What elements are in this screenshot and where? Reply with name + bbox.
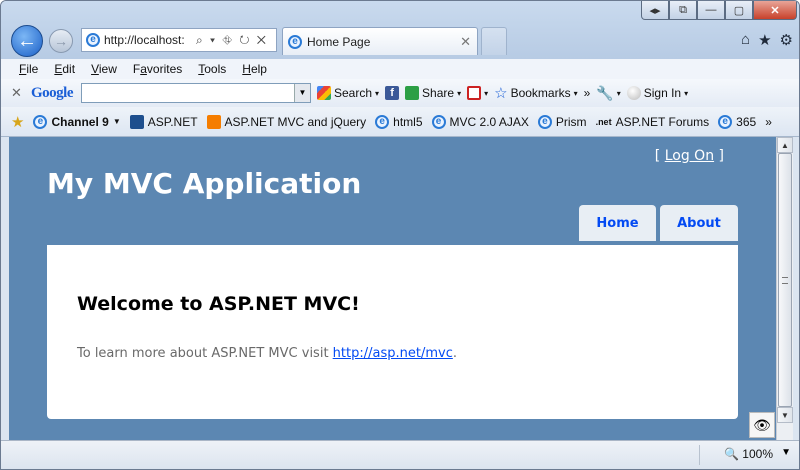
nav-tab-home[interactable]: Home xyxy=(579,205,656,241)
intro-text: To learn more about ASP.NET MVC visit ht… xyxy=(77,346,457,361)
share-icon xyxy=(405,86,420,100)
zoom-control[interactable]: 🔍 100% xyxy=(724,447,773,461)
title-bar: ◂▸ ⧉ — ▢ ✕ ← → e http://localhost: ⌕ ▾ ⛗… xyxy=(1,1,799,59)
minimize-button[interactable]: — xyxy=(697,1,725,20)
back-arrow-icon: ← xyxy=(17,29,37,52)
address-bar[interactable]: e http://localhost: ⌕ ▾ ⛗ ↻ ✕ xyxy=(81,28,277,52)
tab-close-icon[interactable]: ✕ xyxy=(460,34,471,50)
wrench-icon: 🔧 xyxy=(596,84,614,101)
home-icon[interactable]: ⌂ xyxy=(741,31,750,49)
wrench-button[interactable]: 🔧 ▾ xyxy=(596,85,620,102)
google-search-input[interactable]: ▼ xyxy=(81,83,311,103)
facebook-icon[interactable]: f xyxy=(385,86,400,100)
favorite-item[interactable]: ASP.NET xyxy=(129,114,198,129)
favorite-item[interactable]: e MVC 2.0 AJAX xyxy=(431,114,529,129)
favorites-star-icon[interactable]: ★ xyxy=(11,113,24,131)
zoom-dropdown-icon[interactable]: ▼ xyxy=(781,447,791,458)
ie-page-icon: e xyxy=(86,33,100,47)
vertical-scrollbar[interactable]: ▲ ▼ xyxy=(776,137,793,440)
favorite-item[interactable]: e Channel 9 ▼ xyxy=(33,114,121,129)
ie-page-icon: e xyxy=(537,114,552,129)
favorite-item[interactable]: ASP.NET MVC and jQuery xyxy=(206,114,366,129)
site-nav: Home About xyxy=(579,205,738,241)
caption-buttons: ◂▸ ⧉ — ▢ ✕ xyxy=(641,1,797,20)
toolbar-more-button[interactable]: » xyxy=(584,86,591,100)
scroll-down-icon[interactable]: ▼ xyxy=(777,407,793,423)
menu-tools[interactable]: Tools xyxy=(190,62,234,76)
nav-tab-about[interactable]: About xyxy=(660,205,738,241)
new-tab-button[interactable] xyxy=(481,27,507,55)
google-search-button[interactable]: Search ▾ xyxy=(317,86,379,100)
restore-tab-button[interactable]: ⧉ xyxy=(669,1,697,20)
search-dropdown-icon[interactable]: ▼ xyxy=(294,84,310,102)
menu-file[interactable]: File xyxy=(11,62,46,76)
google-g-icon xyxy=(317,86,331,100)
favorite-item[interactable]: .net ASP.NET Forums xyxy=(596,115,710,129)
page-viewport: [ Log On ] My MVC Application Home About… xyxy=(9,137,776,440)
share-button[interactable]: Share ▾ xyxy=(405,86,461,100)
log-on-link[interactable]: Log On xyxy=(665,148,714,164)
menu-edit[interactable]: Edit xyxy=(46,62,83,76)
login-display: [ Log On ] xyxy=(654,148,724,164)
page-title: My MVC Application xyxy=(47,167,362,200)
asp-net-mvc-link[interactable]: http://asp.net/mvc xyxy=(333,346,453,361)
ie-page-icon: e xyxy=(375,114,390,129)
status-bar: 🔍 100% ▼ xyxy=(1,440,799,469)
dotnet-icon: .net xyxy=(595,116,612,127)
menu-favorites[interactable]: Favorites xyxy=(125,62,190,76)
popup-blocker-icon xyxy=(467,86,482,100)
favorite-item[interactable]: e 365 xyxy=(718,114,756,129)
back-button[interactable]: ← xyxy=(11,25,43,57)
bookmarks-button[interactable]: ☆ Bookmarks ▾ xyxy=(494,84,578,102)
grip-icon xyxy=(782,277,788,284)
scroll-up-icon[interactable]: ▲ xyxy=(777,137,793,153)
bookmark-star-icon: ☆ xyxy=(494,85,508,102)
zoom-level: 100% xyxy=(742,447,773,461)
compat-button[interactable]: ◂▸ xyxy=(641,1,669,20)
ie-page-icon: e xyxy=(431,114,446,129)
ie-page-icon: e xyxy=(288,34,302,49)
menu-help[interactable]: Help xyxy=(234,62,275,76)
google-toolbar: ✕ Google ▼ Search ▾ f Share ▾ ▾ ☆ Bookmark… xyxy=(1,79,799,107)
browser-command-icons: ⌂ ★ ⚙ xyxy=(741,31,793,49)
status-divider xyxy=(699,445,700,465)
blogger-icon xyxy=(206,114,221,129)
aspnet-icon xyxy=(129,114,144,129)
user-icon xyxy=(626,86,641,100)
menu-view[interactable]: View xyxy=(83,62,125,76)
sign-in-button[interactable]: Sign In ▾ xyxy=(626,86,688,100)
forward-arrow-icon: → xyxy=(54,33,68,49)
scroll-thumb[interactable] xyxy=(778,153,792,407)
close-toolbar-icon[interactable]: ✕ xyxy=(11,85,25,101)
zoom-icon: 🔍 xyxy=(724,447,740,461)
ie-page-icon: e xyxy=(33,114,48,129)
tab-title: Home Page xyxy=(307,34,371,49)
google-logo: Google xyxy=(31,84,74,101)
popup-blocker-button[interactable]: ▾ xyxy=(467,86,488,100)
favorite-item[interactable]: e Prism xyxy=(537,114,587,129)
favorite-item[interactable]: e html5 xyxy=(375,114,423,129)
favorites-star-icon[interactable]: ★ xyxy=(758,31,771,49)
address-tools-icons[interactable]: ⌕ ▾ ⛗ ↻ ✕ xyxy=(196,33,268,48)
tab-home-page[interactable]: e Home Page ✕ xyxy=(282,27,478,55)
address-url[interactable]: http://localhost: xyxy=(104,33,192,47)
ie-page-icon: e xyxy=(718,114,733,129)
maximize-button[interactable]: ▢ xyxy=(725,1,753,20)
gear-icon[interactable]: ⚙ xyxy=(780,31,793,49)
forward-button[interactable]: → xyxy=(49,29,73,53)
favorites-bar: ★ e Channel 9 ▼ ASP.NET ASP.NET MVC and jQ… xyxy=(1,107,799,137)
browser-window: ◂▸ ⧉ — ▢ ✕ ← → e http://localhost: ⌕ ▾ ⛗… xyxy=(0,0,800,470)
menu-bar: File Edit View Favorites Tools Help xyxy=(1,59,799,79)
welcome-heading: Welcome to ASP.NET MVC! xyxy=(77,293,360,315)
favorites-more[interactable]: » xyxy=(765,115,772,129)
addon-eye-icon[interactable]: 👁 xyxy=(749,412,775,438)
main-content: Welcome to ASP.NET MVC! To learn more ab… xyxy=(47,245,738,419)
close-window-button[interactable]: ✕ xyxy=(753,1,797,20)
